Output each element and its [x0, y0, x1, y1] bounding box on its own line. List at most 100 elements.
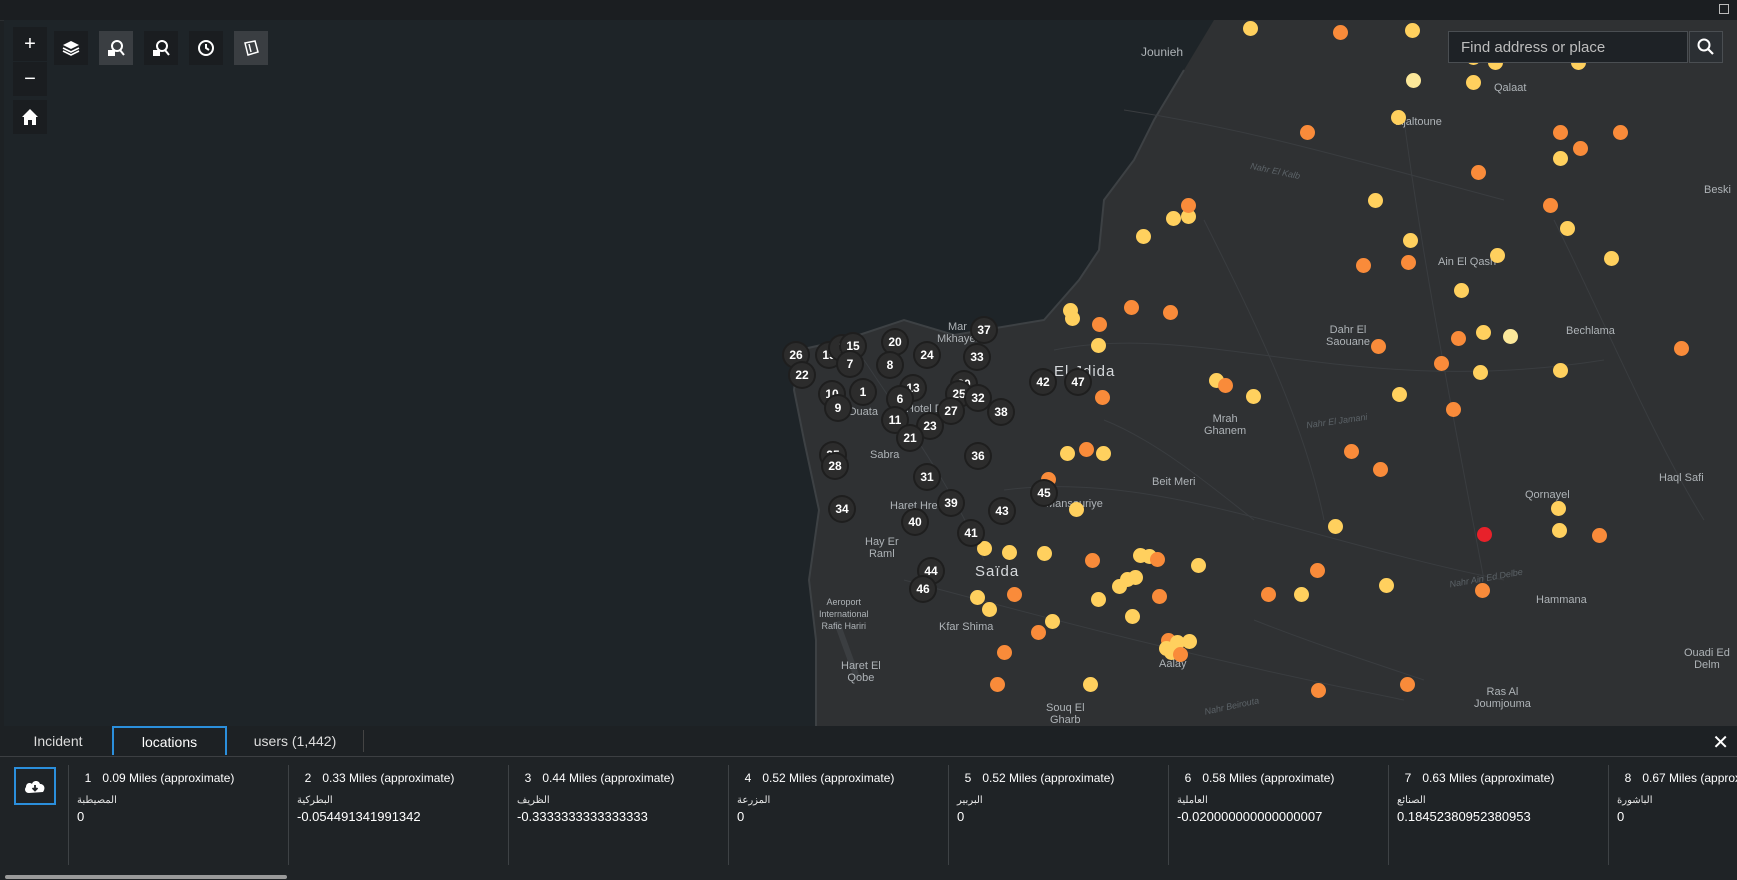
- incident-dot[interactable]: [1591, 527, 1607, 543]
- incident-dot[interactable]: [1172, 646, 1188, 662]
- query-button[interactable]: [99, 31, 133, 65]
- incident-dot[interactable]: [1293, 586, 1309, 602]
- incident-dot[interactable]: [1332, 24, 1348, 40]
- horizontal-scrollbar[interactable]: [5, 875, 287, 879]
- incident-dot[interactable]: [1474, 582, 1490, 598]
- incident-dot[interactable]: [1190, 557, 1206, 573]
- cluster-marker[interactable]: 47: [1066, 370, 1090, 394]
- result-card[interactable]: 3 0.44 Miles (approximate) الظريف -0.333…: [508, 765, 728, 865]
- cluster-marker[interactable]: 38: [989, 400, 1013, 424]
- cluster-marker[interactable]: 45: [1032, 481, 1056, 505]
- download-button[interactable]: [14, 767, 56, 805]
- maximize-button[interactable]: [1719, 4, 1729, 14]
- tab-users[interactable]: users (1,442): [240, 726, 350, 755]
- cluster-marker[interactable]: 46: [911, 577, 935, 601]
- incident-dot[interactable]: [1082, 676, 1098, 692]
- incident-dot[interactable]: [1559, 220, 1575, 236]
- incident-dot[interactable]: [1309, 562, 1325, 578]
- incident-dot[interactable]: [1095, 445, 1111, 461]
- query-2-button[interactable]: [144, 31, 178, 65]
- incident-dot[interactable]: [1453, 282, 1469, 298]
- cluster-marker[interactable]: 8: [878, 353, 902, 377]
- incident-dot[interactable]: [1084, 552, 1100, 568]
- incident-dot[interactable]: [1489, 247, 1505, 263]
- result-card[interactable]: 2 0.33 Miles (approximate) البطركية -0.0…: [288, 765, 508, 865]
- result-card[interactable]: 7 0.63 Miles (approximate) الصنائع 0.184…: [1388, 765, 1608, 865]
- incident-dot[interactable]: [1327, 518, 1343, 534]
- history-button[interactable]: [189, 31, 223, 65]
- cluster-marker[interactable]: 31: [915, 465, 939, 489]
- cluster-marker[interactable]: 21: [898, 426, 922, 450]
- layers-button[interactable]: [54, 31, 88, 65]
- incident-dot[interactable]: [1180, 197, 1196, 213]
- result-card[interactable]: 8 0.67 Miles (approximate) الباشورة 0: [1608, 765, 1737, 865]
- incident-dot[interactable]: [1472, 364, 1488, 380]
- incident-dot[interactable]: [1402, 232, 1418, 248]
- cluster-marker[interactable]: 7: [838, 352, 862, 376]
- cluster-marker[interactable]: 9: [826, 396, 850, 420]
- cluster-marker[interactable]: 22: [790, 363, 814, 387]
- incident-dot[interactable]: [1673, 340, 1689, 356]
- incident-dot[interactable]: [1111, 578, 1127, 594]
- incident-dot[interactable]: [981, 601, 997, 617]
- cluster-marker[interactable]: 27: [939, 399, 963, 423]
- close-panel-button[interactable]: ✕: [1712, 730, 1729, 755]
- incident-dot[interactable]: [1476, 526, 1492, 542]
- cluster-marker[interactable]: 39: [939, 491, 963, 515]
- incident-dot[interactable]: [1445, 401, 1461, 417]
- incident-dot[interactable]: [1001, 544, 1017, 560]
- incident-dot[interactable]: [1260, 586, 1276, 602]
- incident-dot[interactable]: [1433, 355, 1449, 371]
- incident-dot[interactable]: [969, 589, 985, 605]
- incident-dot[interactable]: [1399, 676, 1415, 692]
- cluster-marker[interactable]: 37: [972, 318, 996, 342]
- incident-dot[interactable]: [1078, 441, 1094, 457]
- cluster-marker[interactable]: 1: [851, 380, 875, 404]
- incident-dot[interactable]: [1127, 569, 1143, 585]
- incident-dot[interactable]: [1064, 310, 1080, 326]
- incident-dot[interactable]: [1404, 22, 1420, 38]
- incident-dot[interactable]: [1372, 461, 1388, 477]
- incident-dot[interactable]: [1343, 443, 1359, 459]
- incident-dot[interactable]: [1612, 124, 1628, 140]
- incident-dot[interactable]: [1245, 388, 1261, 404]
- incident-dot[interactable]: [1450, 330, 1466, 346]
- incident-dot[interactable]: [1181, 633, 1197, 649]
- incident-dot[interactable]: [1299, 124, 1315, 140]
- incident-dot[interactable]: [1572, 140, 1588, 156]
- incident-dot[interactable]: [1405, 72, 1421, 88]
- incident-dot[interactable]: [976, 540, 992, 556]
- map-view[interactable]: Jounieh Ajaltoune Ain El Qash Beski Dahr…: [4, 20, 1737, 726]
- incident-dot[interactable]: [1030, 624, 1046, 640]
- incident-dot[interactable]: [1550, 500, 1566, 516]
- cluster-marker[interactable]: 42: [1031, 370, 1055, 394]
- cluster-marker[interactable]: 20: [883, 330, 907, 354]
- incident-dot[interactable]: [1391, 386, 1407, 402]
- cluster-marker[interactable]: 24: [915, 343, 939, 367]
- result-card[interactable]: 4 0.52 Miles (approximate) المزرعة 0: [728, 765, 948, 865]
- incident-dot[interactable]: [1044, 613, 1060, 629]
- incident-dot[interactable]: [1006, 586, 1022, 602]
- incident-dot[interactable]: [1542, 197, 1558, 213]
- incident-dot[interactable]: [989, 676, 1005, 692]
- incident-dot[interactable]: [1400, 254, 1416, 270]
- zoom-out-button[interactable]: −: [13, 62, 47, 96]
- incident-dot[interactable]: [1242, 20, 1258, 36]
- incident-dot[interactable]: [1367, 192, 1383, 208]
- incident-dot[interactable]: [1135, 228, 1151, 244]
- incident-dot[interactable]: [1552, 150, 1568, 166]
- cluster-marker[interactable]: 40: [903, 510, 927, 534]
- incident-dot[interactable]: [1603, 250, 1619, 266]
- tab-locations[interactable]: locations: [112, 726, 227, 755]
- incident-dot[interactable]: [1068, 501, 1084, 517]
- result-card[interactable]: 5 0.52 Miles (approximate) البربير 0: [948, 765, 1168, 865]
- incident-dot[interactable]: [1552, 362, 1568, 378]
- incident-dot[interactable]: [1355, 257, 1371, 273]
- incident-dot[interactable]: [1217, 377, 1233, 393]
- incident-dot[interactable]: [1502, 328, 1518, 344]
- search-button[interactable]: [1689, 31, 1723, 63]
- cluster-marker[interactable]: 34: [830, 497, 854, 521]
- search-field[interactable]: [1448, 31, 1688, 63]
- incident-dot[interactable]: [1151, 588, 1167, 604]
- incident-dot[interactable]: [1162, 304, 1178, 320]
